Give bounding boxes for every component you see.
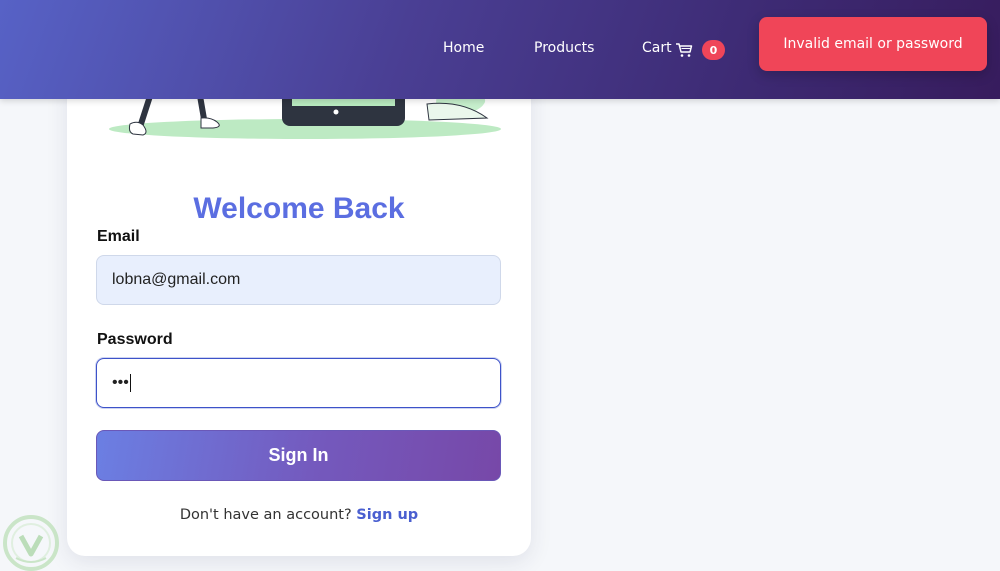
sign-up-link[interactable]: Sign up <box>356 507 418 523</box>
error-toast-message: Invalid email or password <box>783 36 963 52</box>
email-value: lobna@gmail.com <box>112 271 241 288</box>
nav-cart-link[interactable]: Cart <box>642 40 672 56</box>
password-label: Password <box>97 331 173 348</box>
email-label: Email <box>97 228 140 245</box>
cart-count-badge: 0 <box>702 40 725 60</box>
signup-prompt-row: Don't have an account? Sign up <box>67 507 531 523</box>
login-card: Welcome Back Email lobna@gmail.com Passw… <box>67 40 531 556</box>
watermark-logo <box>3 515 59 571</box>
text-caret <box>129 374 131 392</box>
signup-prompt: Don't have an account? <box>179 507 352 523</box>
password-value: ••• <box>112 374 129 391</box>
sign-in-button[interactable]: Sign In <box>96 430 501 481</box>
password-field[interactable]: ••• <box>96 358 501 408</box>
error-toast[interactable]: Invalid email or password <box>759 17 987 71</box>
email-field[interactable]: lobna@gmail.com <box>96 255 501 305</box>
page-title: Welcome Back <box>193 192 405 225</box>
nav-products-link[interactable]: Products <box>534 40 594 56</box>
shopping-cart-icon[interactable] <box>675 41 693 59</box>
nav-home-link[interactable]: Home <box>443 40 484 56</box>
